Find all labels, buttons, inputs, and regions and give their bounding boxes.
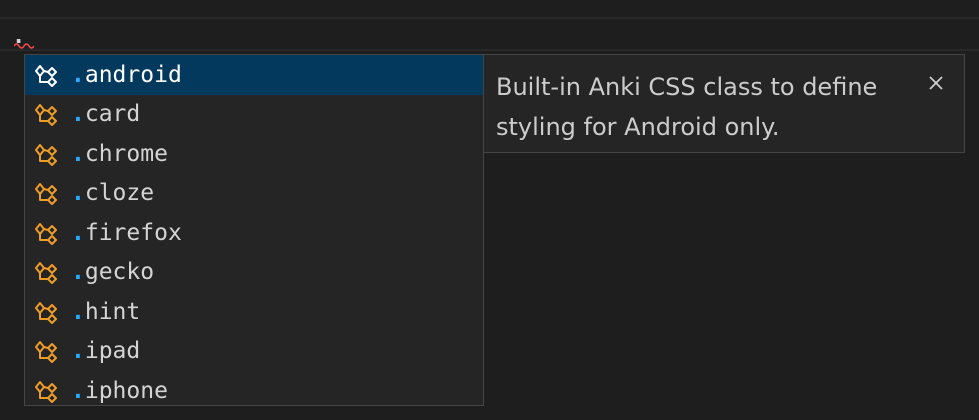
suggest-item[interactable]: .cloze [25, 174, 483, 214]
current-line-highlight [0, 17, 979, 51]
class-icon [31, 299, 61, 325]
suggest-widget[interactable]: .android .card .chrome .cloze .firefox .gecko… [24, 54, 484, 406]
close-icon[interactable] [926, 73, 946, 93]
suggest-item[interactable]: .gecko [25, 253, 483, 293]
class-name: firefox [84, 219, 182, 246]
class-name: hint [84, 298, 141, 325]
suggest-item[interactable]: .ipad [25, 332, 483, 372]
class-icon [31, 259, 61, 285]
suggest-item[interactable]: .hint [25, 292, 483, 332]
suggest-item-label: .card [71, 101, 140, 127]
suggest-details: Built-in Anki CSS class to define stylin… [483, 54, 965, 153]
class-icon [31, 141, 61, 167]
class-name: iphone [84, 377, 168, 404]
class-dot: . [71, 377, 85, 404]
class-icon [31, 338, 61, 364]
class-dot: . [71, 259, 85, 286]
class-name: chrome [84, 140, 168, 167]
class-dot: . [71, 298, 85, 325]
class-dot: . [71, 140, 85, 167]
class-name: android [84, 61, 182, 88]
suggest-item-label: .cloze [71, 180, 154, 206]
suggest-item[interactable]: .chrome [25, 134, 483, 174]
suggest-item-label: .hint [71, 299, 140, 325]
class-name: ipad [84, 338, 141, 365]
suggest-item-label: .gecko [71, 259, 154, 285]
suggest-item[interactable]: .android [25, 55, 483, 95]
class-dot: . [71, 61, 85, 88]
class-icon [31, 220, 61, 246]
class-icon [31, 62, 61, 88]
class-name: card [84, 101, 141, 128]
suggest-item-label: .iphone [71, 378, 168, 404]
error-squiggle [14, 43, 34, 49]
suggest-item[interactable]: .iphone [25, 371, 483, 405]
class-name: gecko [84, 259, 155, 286]
class-icon [31, 378, 61, 404]
class-dot: . [71, 338, 85, 365]
suggest-item[interactable]: .firefox [25, 213, 483, 253]
suggest-item[interactable]: .card [25, 95, 483, 135]
class-dot: . [71, 180, 85, 207]
class-name: cloze [84, 180, 155, 207]
suggest-list: .android .card .chrome .cloze .firefox .gecko… [25, 55, 483, 405]
class-icon [31, 101, 61, 127]
details-description: Built-in Anki CSS class to define stylin… [496, 73, 878, 141]
suggest-item-label: .ipad [71, 338, 140, 364]
class-dot: . [71, 101, 85, 128]
suggest-item-label: .chrome [71, 141, 168, 167]
class-dot: . [71, 219, 85, 246]
editor[interactable]: . .android .card .chrome .cloze .firefox .gec… [0, 0, 979, 420]
class-icon [31, 180, 61, 206]
suggest-item-label: .firefox [71, 220, 182, 246]
suggest-item-label: .android [71, 62, 182, 88]
